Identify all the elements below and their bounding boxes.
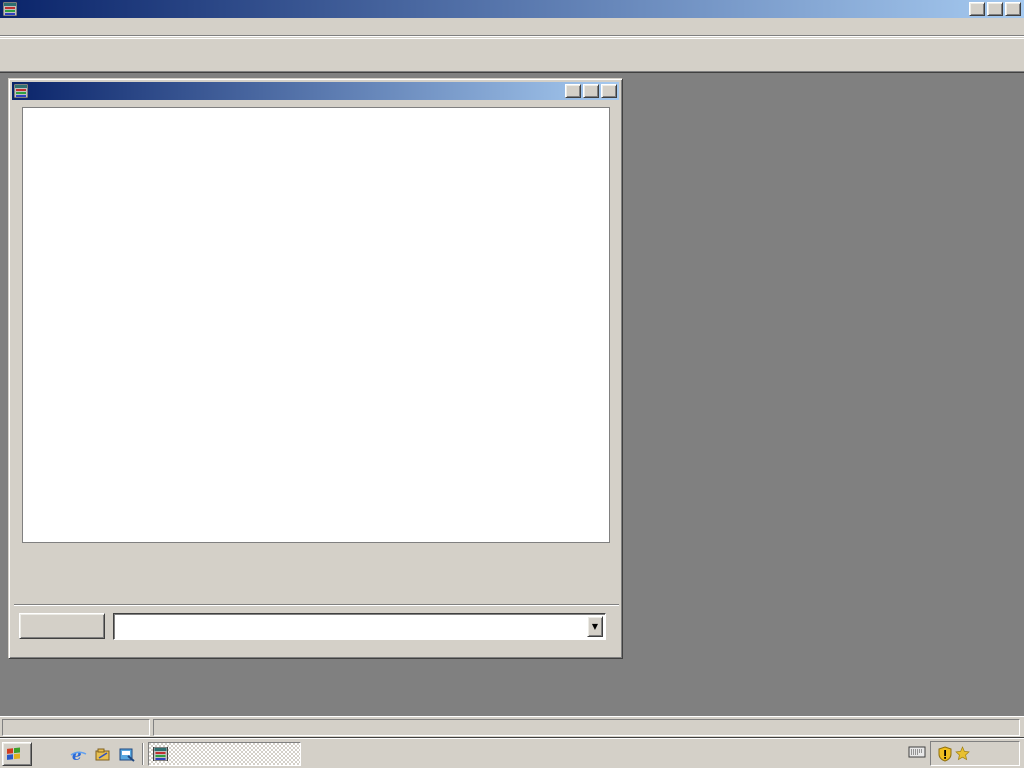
alarm-combobox[interactable]: ▼ (113, 613, 606, 640)
graph-window-client: ▼ (12, 100, 619, 657)
combobox-dropdown-button[interactable]: ▼ (587, 616, 603, 637)
graph-maximize-button[interactable] (583, 84, 599, 98)
app-icon (3, 2, 17, 16)
taskbar: e (0, 738, 1024, 768)
line-chart (22, 107, 610, 543)
task-button-icon (153, 747, 168, 761)
outlook-express-icon[interactable] (117, 745, 137, 765)
close-button[interactable] (1005, 2, 1021, 16)
svg-text:e: e (72, 746, 82, 764)
task-button-softthermo[interactable] (148, 742, 301, 766)
taskbar-divider (142, 743, 144, 765)
alarm-combobox-value[interactable] (116, 616, 586, 637)
channel-legend (19, 547, 604, 588)
graph-close-button[interactable] (601, 84, 617, 98)
separator (14, 604, 619, 606)
menubar (0, 18, 1024, 36)
minimize-button[interactable] (969, 2, 985, 16)
start-button[interactable] (2, 742, 32, 766)
main-titlebar (0, 0, 1024, 18)
windows-logo-icon (7, 747, 20, 760)
chart-canvas (23, 108, 609, 542)
security-shield-icon[interactable] (938, 745, 952, 762)
show-desktop-icon[interactable] (93, 745, 113, 765)
restore-button[interactable] (987, 2, 1003, 16)
internet-explorer-icon[interactable]: e (68, 745, 88, 765)
graph-window-icon (14, 84, 28, 98)
keyboard-language-icon[interactable] (908, 745, 926, 762)
status-bar (0, 716, 1024, 738)
star-icon[interactable] (955, 746, 970, 761)
toolbar (0, 38, 1024, 72)
graph-minimize-button[interactable] (565, 84, 581, 98)
status-message (2, 719, 150, 736)
graph-window: ▼ (8, 78, 623, 659)
alarm-reset-button[interactable] (19, 613, 105, 639)
system-tray (930, 741, 1020, 766)
mdi-client-area: ▼ (0, 72, 1024, 716)
status-panel-2 (153, 719, 1020, 736)
graph-window-titlebar[interactable] (12, 82, 619, 100)
